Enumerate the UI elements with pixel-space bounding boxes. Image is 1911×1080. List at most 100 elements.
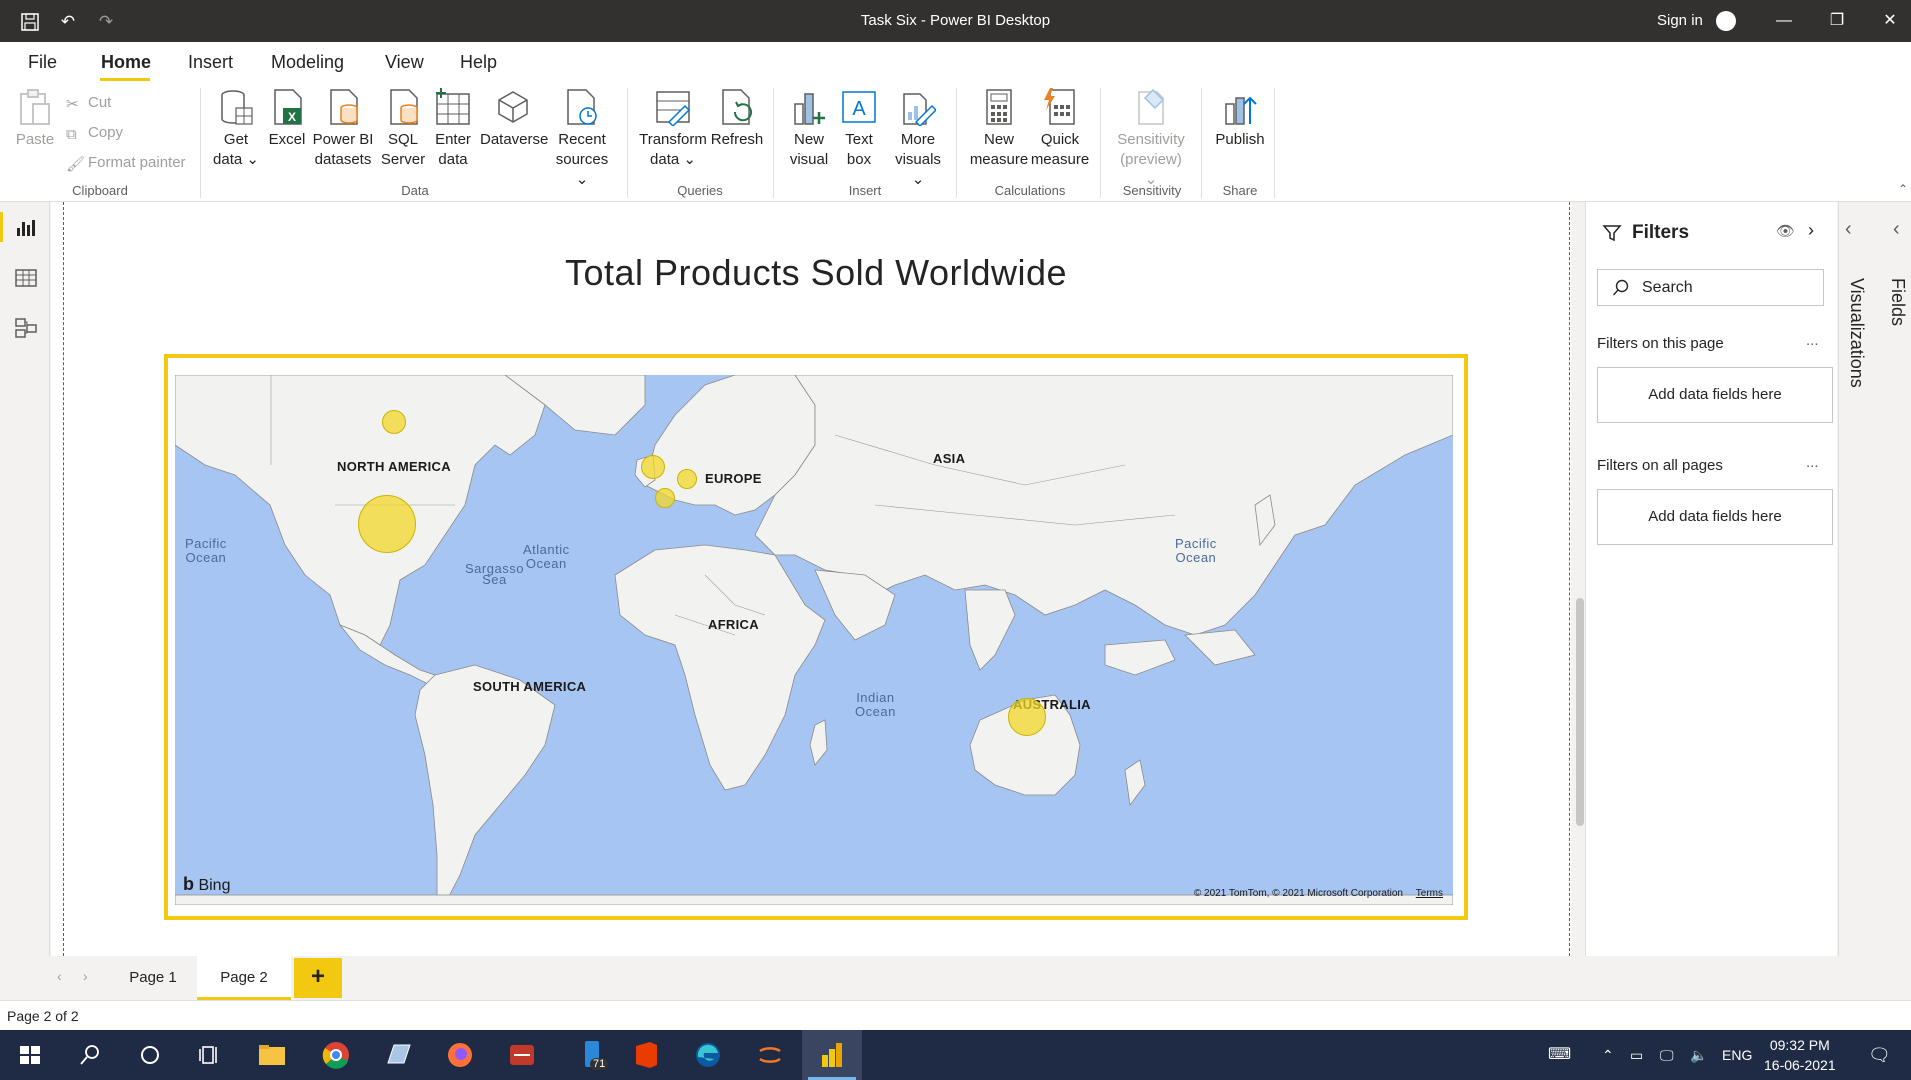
map-bubble-australia[interactable] (1008, 698, 1046, 736)
sensitivity-button[interactable]: Sensitivity (preview) ⌄ (1112, 88, 1190, 190)
cut-button[interactable]: ✂ Cut (66, 94, 111, 113)
map-label-africa: AFRICA (708, 617, 759, 632)
battery-icon[interactable]: ▭ (1630, 1030, 1643, 1080)
office-icon[interactable] (628, 1037, 664, 1073)
new-measure-button[interactable]: New measure (966, 88, 1032, 170)
volume-icon[interactable]: 🔈 (1690, 1030, 1707, 1080)
collapse-filters-icon[interactable]: › (1808, 220, 1814, 241)
jupyter-icon[interactable] (752, 1037, 788, 1073)
map-bubble-germany[interactable] (677, 469, 697, 489)
map-visual[interactable]: NORTH AMERICA EUROPE ASIA AFRICA SOUTH A… (164, 354, 1468, 920)
data-view-icon[interactable] (14, 266, 38, 290)
fields-tab[interactable]: Fields (1887, 278, 1908, 326)
tab-file[interactable]: File (28, 52, 57, 73)
dataverse-icon (498, 91, 528, 123)
edge-icon[interactable] (690, 1037, 726, 1073)
tab-home[interactable]: Home (101, 52, 151, 73)
language-indicator[interactable]: ENG (1722, 1030, 1752, 1080)
text-box-button[interactable]: A Text box (838, 88, 880, 170)
transform-icon (656, 91, 691, 126)
clock[interactable]: 09:32 PM 16-06-2021 (1764, 1035, 1836, 1075)
excel-button[interactable]: X Excel (266, 88, 308, 150)
collapse-ribbon-icon[interactable]: ⌃ (1898, 182, 1908, 196)
avatar[interactable] (1716, 11, 1736, 31)
file-explorer-icon[interactable] (254, 1037, 290, 1073)
page-edge (1569, 202, 1570, 956)
windows-taskbar: 71 ⌨ ⌃ ▭ 🖵 🔈 ENG 09:32 PM 16-06-2021 🗨 (0, 1030, 1911, 1080)
tray-chevron-icon[interactable]: ⌃ (1602, 1030, 1614, 1080)
sign-in-link[interactable]: Sign in (1657, 0, 1703, 42)
copy-button[interactable]: ⧉ Copy (66, 124, 123, 143)
sensitivity-icon (1138, 88, 1165, 125)
tab-help[interactable]: Help (460, 52, 497, 73)
map-bubble-united-kingdom[interactable] (641, 455, 665, 479)
network-icon[interactable]: 🖵 (1660, 1030, 1674, 1080)
chart-add-icon (794, 93, 825, 125)
paste-button[interactable]: Paste (14, 88, 56, 150)
publish-icon (1225, 96, 1257, 125)
format-painter-button[interactable]: 🖌 Format painter (66, 154, 186, 173)
map-terms-link[interactable]: Terms (1416, 888, 1443, 899)
restore-icon[interactable]: ❐ (1807, 0, 1867, 42)
task-view-icon[interactable] (192, 1037, 228, 1073)
report-canvas[interactable]: Total Products Sold Worldwide NORTH AMER… (51, 202, 1571, 956)
page-indicator: Page 2 of 2 (7, 1008, 79, 1024)
expand-fields-icon[interactable]: ‹ (1893, 218, 1900, 241)
cortana-icon[interactable] (132, 1037, 168, 1073)
page-tab-1[interactable]: Page 1 (113, 956, 193, 1000)
notifications-icon[interactable]: 🗨 (1868, 1030, 1891, 1080)
power-bi-icon[interactable] (814, 1037, 850, 1073)
tab-view[interactable]: View (385, 52, 424, 73)
keyboard-icon[interactable]: ⌨ (1548, 1030, 1571, 1080)
app-icon[interactable] (504, 1037, 540, 1073)
page-tab-2[interactable]: Page 2 (197, 956, 291, 1000)
filters-all-pages-well[interactable]: Add data fields here (1597, 489, 1833, 545)
expand-visualizations-icon[interactable]: ‹ (1845, 218, 1852, 241)
firefox-icon[interactable] (442, 1037, 478, 1073)
new-visual-button[interactable]: New visual (786, 88, 832, 170)
power-bi-datasets-button[interactable]: Power BI datasets (312, 88, 374, 170)
active-tab-underline (100, 78, 150, 81)
transform-data-button[interactable]: Transform data ⌄ (638, 88, 708, 170)
more-visuals-button[interactable]: More visuals ⌄ (890, 88, 946, 190)
filters-search-input[interactable]: Search (1597, 269, 1824, 306)
close-icon[interactable]: ✕ (1860, 0, 1911, 42)
page-tabs: ‹ › Page 1 Page 2 + (51, 956, 1838, 1000)
refresh-icon (722, 89, 752, 125)
canvas-scrollbar[interactable] (1576, 598, 1584, 826)
report-view-icon[interactable] (14, 216, 38, 240)
visualizations-tab[interactable]: Visualizations (1846, 278, 1867, 388)
quick-measure-button[interactable]: Quick measure (1030, 88, 1090, 170)
chrome-icon[interactable] (318, 1037, 354, 1073)
map-label-south-america: SOUTH AMERICA (473, 679, 587, 694)
eye-icon[interactable]: 👁 (1776, 222, 1795, 240)
report-title[interactable]: Total Products Sold Worldwide (51, 252, 1581, 294)
bing-logo: b Bing (183, 874, 231, 894)
dataverse-button[interactable]: Dataverse (480, 88, 548, 150)
prev-page-icon[interactable]: ‹ (57, 968, 62, 984)
map-area[interactable]: NORTH AMERICA EUROPE ASIA AFRICA SOUTH A… (175, 375, 1453, 905)
map-bubble-canada[interactable] (382, 410, 406, 434)
map-bubble-france[interactable] (655, 488, 675, 508)
get-data-button[interactable]: Get data ⌄ (210, 88, 262, 170)
enter-data-button[interactable]: Enter data (432, 88, 474, 170)
filters-page-well[interactable]: Add data fields here (1597, 367, 1833, 423)
next-page-icon[interactable]: › (83, 968, 88, 984)
add-page-button[interactable]: + (294, 958, 342, 998)
publish-button[interactable]: Publish (1210, 88, 1270, 150)
refresh-button[interactable]: Refresh (710, 88, 764, 150)
notes-app-icon[interactable] (380, 1037, 416, 1073)
model-view-icon[interactable] (14, 316, 38, 340)
tab-insert[interactable]: Insert (188, 52, 233, 73)
tab-modeling[interactable]: Modeling (271, 52, 344, 73)
map-label-europe: EUROPE (705, 471, 762, 486)
map-bubble-united-states[interactable] (358, 495, 416, 553)
search-icon[interactable] (72, 1037, 108, 1073)
recent-sources-button[interactable]: Recent sources ⌄ (552, 88, 612, 190)
windows-start-icon[interactable] (12, 1037, 48, 1073)
minimize-icon[interactable]: — (1754, 0, 1814, 42)
more-options-icon[interactable]: ... (1806, 454, 1819, 471)
more-options-icon[interactable]: ... (1806, 332, 1819, 349)
view-switcher (0, 202, 50, 956)
sql-server-button[interactable]: SQL Server (380, 88, 426, 170)
